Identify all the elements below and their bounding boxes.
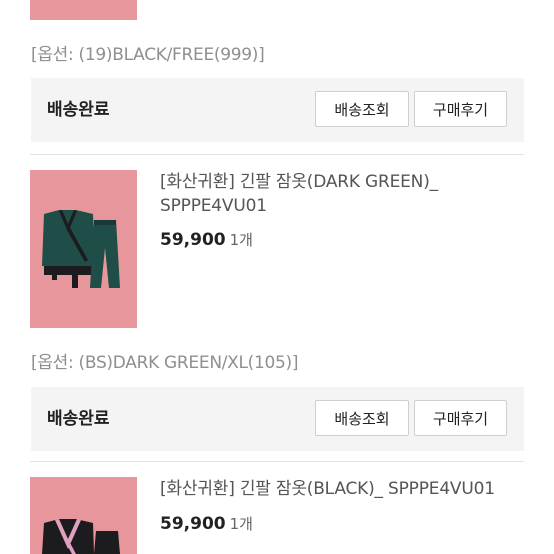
track-delivery-button[interactable]: 배송조회: [315, 91, 409, 127]
order-option: [옵션: (BS)DARK GREEN/XL(105)]: [31, 353, 299, 373]
pajama-black-image: [30, 477, 137, 554]
delivery-status-bar: 배송완료 배송조회 구매후기: [31, 387, 524, 451]
delivery-status-label: 배송완료: [47, 409, 110, 429]
order-divider: [30, 154, 524, 155]
product-thumbnail[interactable]: [30, 170, 137, 328]
product-price: 59,900 1개: [160, 513, 253, 534]
pajama-green-image: [30, 170, 137, 328]
product-thumbnail[interactable]: [30, 477, 137, 554]
quantity-label: 1개: [229, 515, 253, 533]
track-delivery-button[interactable]: 배송조회: [315, 400, 409, 436]
write-review-button[interactable]: 구매후기: [414, 91, 507, 127]
product-price: 59,900 1개: [160, 229, 253, 250]
quantity-label: 1개: [229, 231, 253, 249]
price-value: 59,900: [160, 230, 226, 250]
order-option: [옵션: (19)BLACK/FREE(999)]: [31, 45, 265, 65]
product-name-link[interactable]: [화산귀환] 긴팔 잠옷(BLACK)_ SPPPE4VU01: [160, 477, 530, 501]
order-divider: [30, 461, 524, 462]
product-thumbnail-partial[interactable]: [30, 0, 137, 20]
delivery-status-bar: 배송완료 배송조회 구매후기: [31, 78, 524, 142]
product-name-link[interactable]: [화산귀환] 긴팔 잠옷(DARK GREEN)_ SPPPE4VU01: [160, 170, 530, 218]
delivery-status-label: 배송완료: [47, 100, 110, 120]
price-value: 59,900: [160, 514, 226, 534]
write-review-button[interactable]: 구매후기: [414, 400, 507, 436]
